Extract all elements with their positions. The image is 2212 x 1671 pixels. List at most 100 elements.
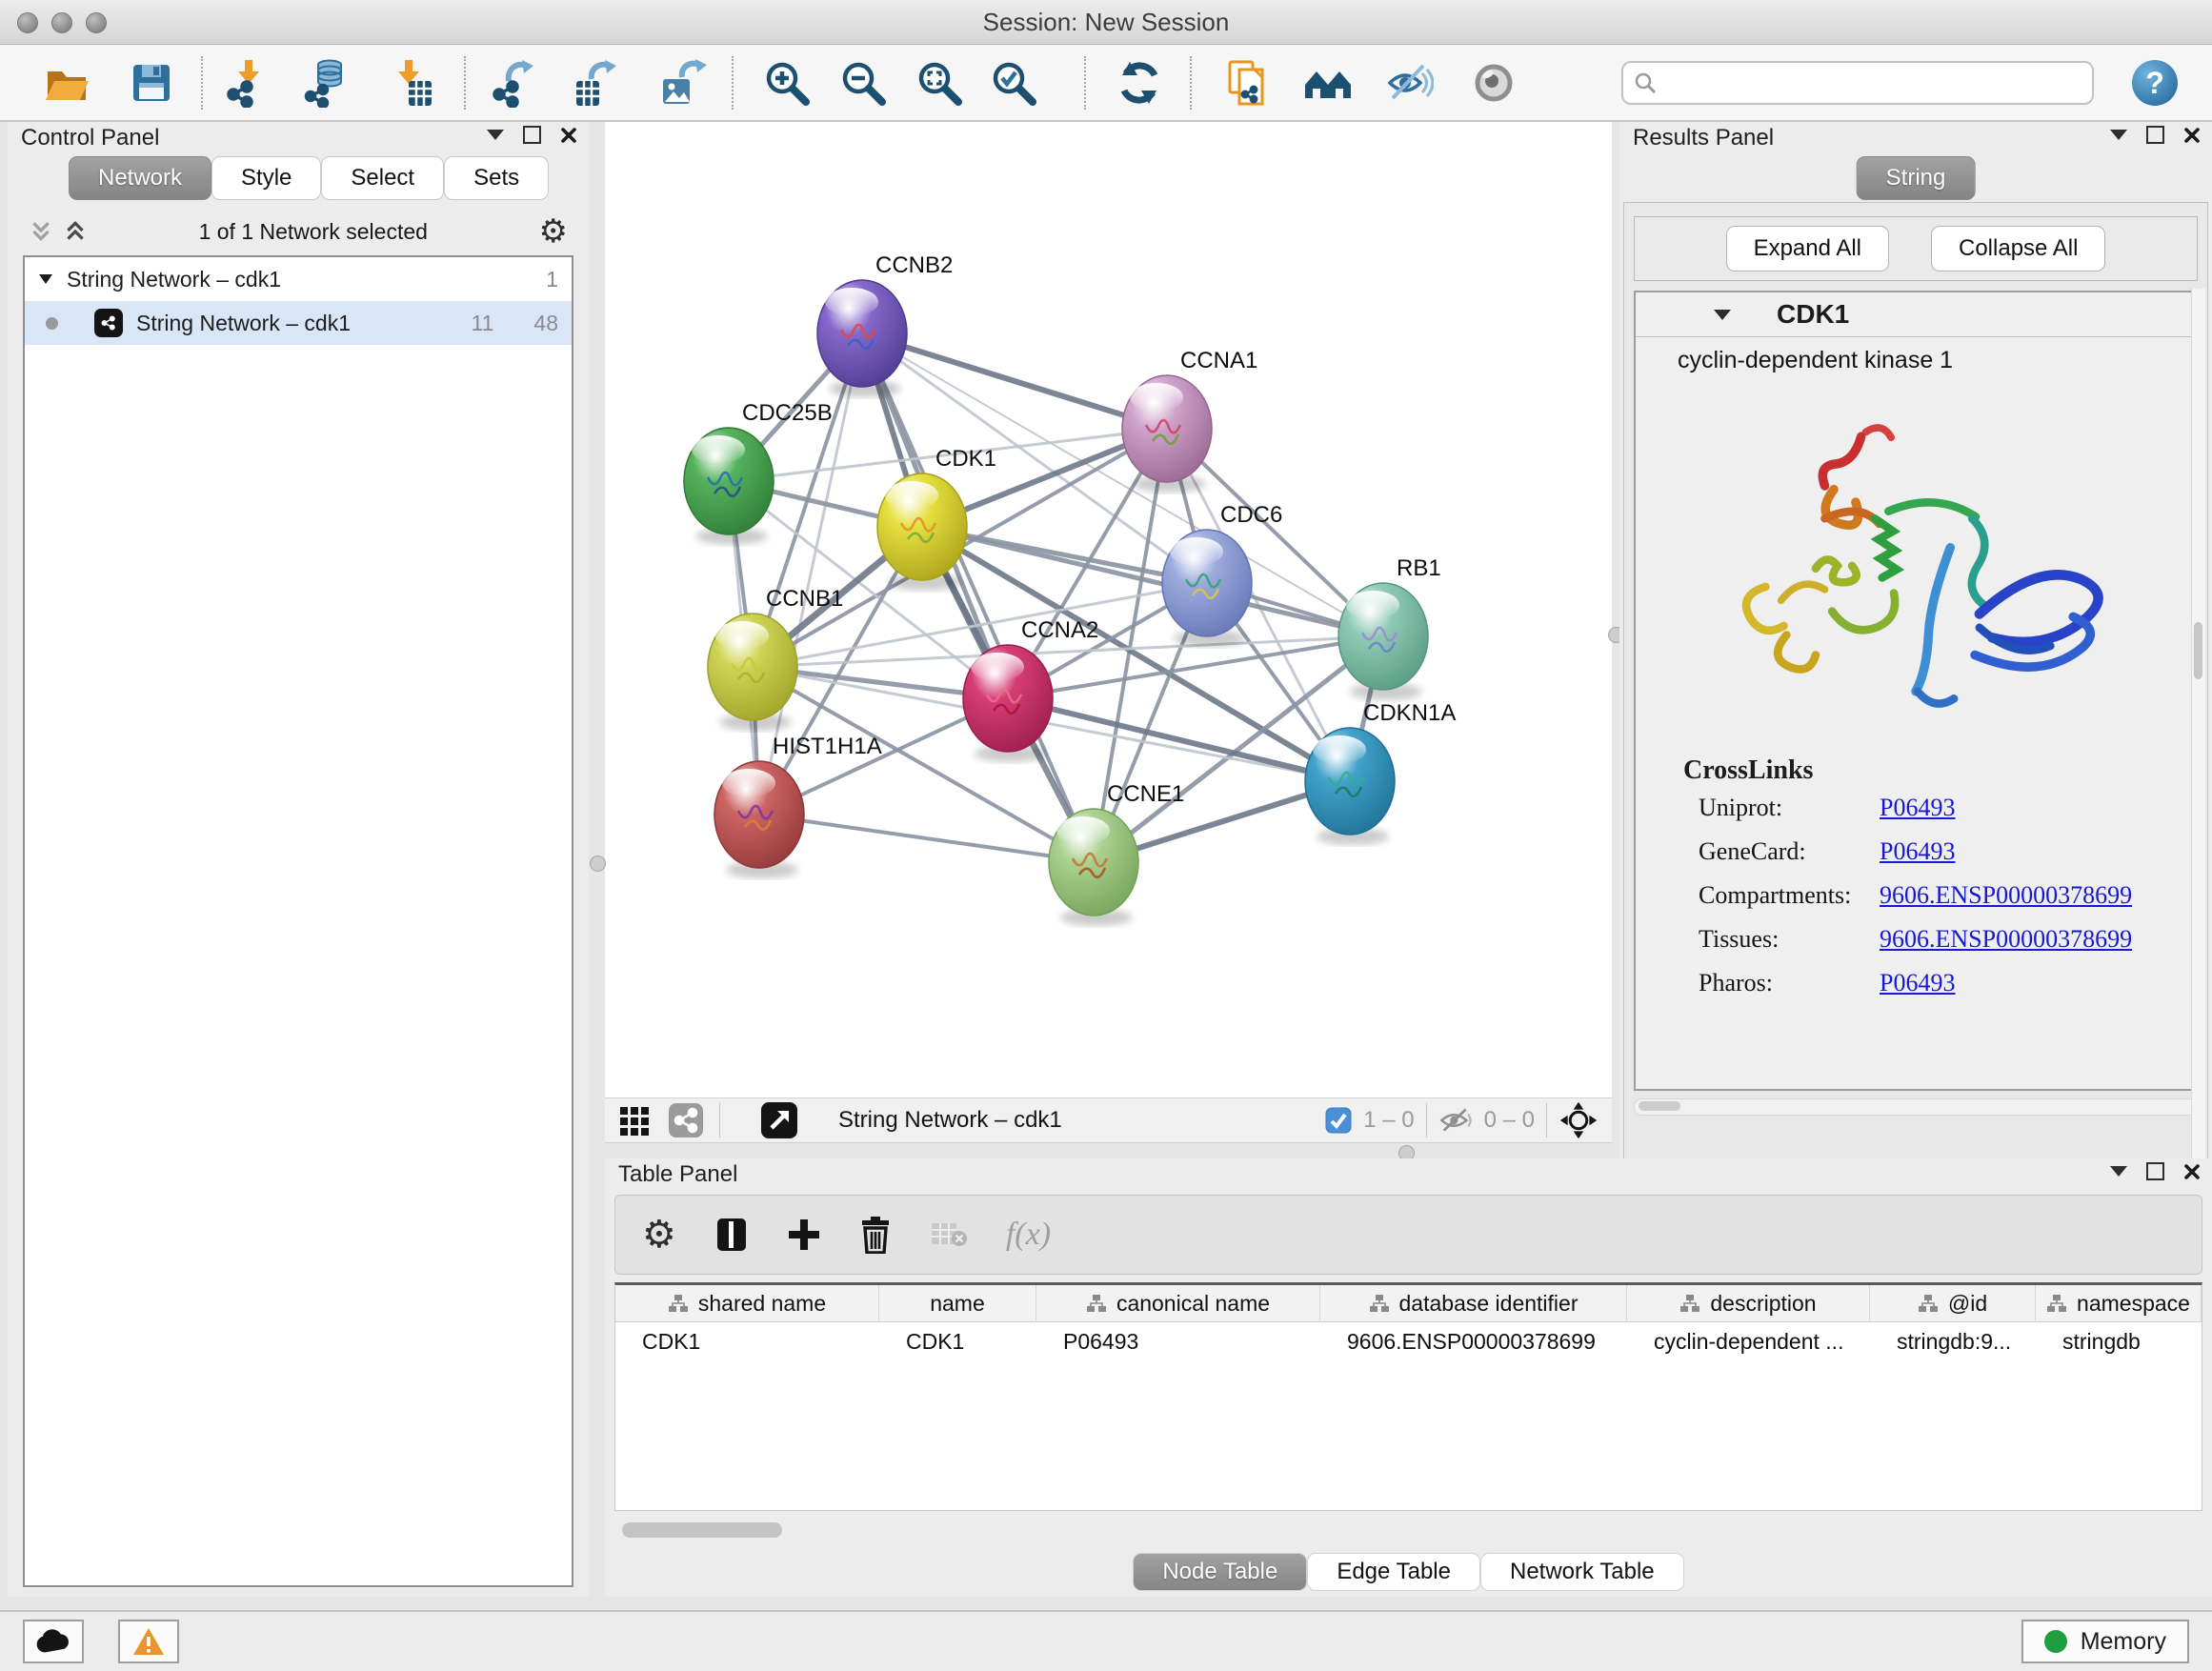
export-network-icon[interactable] bbox=[488, 58, 537, 108]
column-header[interactable]: namespace bbox=[2036, 1285, 2202, 1322]
network-node-CCNB2[interactable] bbox=[817, 280, 907, 397]
add-column-icon[interactable] bbox=[787, 1218, 821, 1252]
table-options-gear-icon[interactable]: ⚙ bbox=[642, 1213, 676, 1257]
left-splitter-handle[interactable] bbox=[590, 856, 606, 872]
tab-select[interactable]: Select bbox=[321, 156, 444, 200]
bird-eye-view-icon[interactable] bbox=[1558, 1100, 1599, 1140]
tab-string-results[interactable]: String bbox=[1857, 156, 1976, 200]
panel-menu-icon[interactable] bbox=[487, 130, 504, 140]
expand-all-icon[interactable] bbox=[63, 219, 88, 244]
search-field[interactable] bbox=[1621, 61, 2094, 105]
function-builder-icon[interactable]: f(x) bbox=[1006, 1217, 1051, 1253]
network-canvas[interactable]: CCNB2CCNA1CDC25BCDK1CDC6RB1CCNB1CCNA2CDK… bbox=[605, 122, 1612, 1097]
network-node-HIST1H1A[interactable] bbox=[714, 761, 804, 878]
table-horizontal-scrollbar[interactable] bbox=[614, 1522, 2202, 1538]
column-header[interactable]: shared name bbox=[615, 1285, 879, 1322]
hidden-eye-icon[interactable] bbox=[1438, 1106, 1473, 1135]
tab-network[interactable]: Network bbox=[69, 156, 211, 200]
network-edge[interactable] bbox=[862, 333, 1094, 862]
tab-sets[interactable]: Sets bbox=[444, 156, 549, 200]
column-type-icon bbox=[1086, 1293, 1107, 1314]
network-row[interactable]: String Network – cdk1 11 48 bbox=[25, 301, 572, 345]
minimize-window-button[interactable] bbox=[51, 12, 72, 33]
float-panel-icon[interactable] bbox=[523, 126, 541, 144]
column-header[interactable]: database identifier bbox=[1320, 1285, 1627, 1322]
pharos-link[interactable]: P06493 bbox=[1880, 969, 1955, 997]
expand-all-button[interactable]: Expand All bbox=[1726, 226, 1889, 272]
string-home-icon[interactable] bbox=[1303, 58, 1353, 108]
export-image-icon[interactable] bbox=[657, 58, 707, 108]
zoom-selected-icon[interactable] bbox=[989, 58, 1038, 108]
zoom-in-icon[interactable] bbox=[762, 58, 812, 108]
genecard-link[interactable]: P06493 bbox=[1880, 837, 1955, 866]
network-view-title: String Network – cdk1 bbox=[838, 1107, 1062, 1134]
search-input[interactable] bbox=[1658, 69, 2082, 97]
gene-description: cyclin-dependent kinase 1 bbox=[1636, 337, 2196, 374]
float-panel-icon[interactable] bbox=[2146, 1162, 2164, 1180]
compartments-link[interactable]: 9606.ENSP00000378699 bbox=[1880, 881, 2132, 910]
import-table-from-file-icon[interactable] bbox=[386, 58, 435, 108]
save-session-icon[interactable] bbox=[127, 58, 176, 108]
memory-button[interactable]: Memory bbox=[2021, 1620, 2189, 1663]
close-panel-icon[interactable] bbox=[2183, 1163, 2201, 1180]
collapse-all-button[interactable]: Collapse All bbox=[1931, 226, 2105, 272]
delete-column-icon[interactable] bbox=[859, 1216, 892, 1254]
hide-unhide-icon[interactable] bbox=[1384, 58, 1434, 108]
column-header[interactable]: name bbox=[879, 1285, 1036, 1322]
collapse-gene-icon[interactable] bbox=[1714, 310, 1731, 320]
float-panel-icon[interactable] bbox=[2146, 126, 2164, 144]
network-node-CCNA1[interactable] bbox=[1122, 375, 1212, 493]
node-label-CDK1: CDK1 bbox=[935, 446, 996, 472]
zoom-window-button[interactable] bbox=[86, 12, 107, 33]
column-header[interactable]: canonical name bbox=[1036, 1285, 1320, 1322]
column-header[interactable]: description bbox=[1627, 1285, 1870, 1322]
close-panel-icon[interactable] bbox=[560, 127, 577, 144]
table-row[interactable]: CDK1 CDK1 P06493 9606.ENSP00000378699 cy… bbox=[615, 1322, 2202, 1360]
results-horizontal-scrollbar[interactable] bbox=[1634, 1098, 2198, 1116]
tab-node-table[interactable]: Node Table bbox=[1133, 1553, 1307, 1591]
network-node-CCNE1[interactable] bbox=[1049, 809, 1138, 926]
network-node-CCNA2[interactable] bbox=[963, 645, 1053, 762]
selected-checkbox-icon[interactable] bbox=[1325, 1107, 1352, 1134]
network-edge[interactable] bbox=[759, 815, 1094, 862]
uniprot-link[interactable]: P06493 bbox=[1880, 794, 1955, 822]
show-columns-icon[interactable] bbox=[714, 1216, 749, 1254]
detach-view-icon[interactable] bbox=[760, 1101, 798, 1139]
grid-view-icon[interactable] bbox=[618, 1103, 653, 1137]
fit-content-icon[interactable] bbox=[915, 58, 964, 108]
string-view-icon[interactable] bbox=[668, 1102, 704, 1138]
gene-card-header[interactable]: CDK1 bbox=[1636, 292, 2196, 337]
tissues-link[interactable]: 9606.ENSP00000378699 bbox=[1880, 925, 2132, 954]
tab-edge-table[interactable]: Edge Table bbox=[1307, 1553, 1480, 1591]
collapse-all-icon[interactable] bbox=[29, 219, 53, 244]
network-node-CDKN1A[interactable] bbox=[1305, 728, 1395, 845]
import-network-from-database-icon[interactable] bbox=[300, 58, 350, 108]
network-node-CDK1[interactable] bbox=[877, 473, 967, 591]
import-network-from-file-icon[interactable] bbox=[222, 58, 271, 108]
panel-menu-icon[interactable] bbox=[2110, 130, 2127, 140]
close-panel-icon[interactable] bbox=[2183, 127, 2201, 144]
lens-icon[interactable] bbox=[1469, 58, 1518, 108]
network-node-CDC25B[interactable] bbox=[684, 428, 774, 545]
share-document-icon[interactable] bbox=[1222, 58, 1272, 108]
refresh-view-icon[interactable] bbox=[1115, 58, 1164, 108]
column-header[interactable]: @id bbox=[1870, 1285, 2036, 1322]
tab-network-table[interactable]: Network Table bbox=[1480, 1553, 1684, 1591]
tab-style[interactable]: Style bbox=[211, 156, 321, 200]
export-table-icon[interactable] bbox=[569, 58, 618, 108]
network-options-gear-icon[interactable]: ⚙ bbox=[539, 212, 568, 251]
open-session-icon[interactable] bbox=[42, 58, 91, 108]
cloud-status-button[interactable] bbox=[23, 1620, 84, 1663]
network-collection-row[interactable]: String Network – cdk1 1 bbox=[25, 257, 572, 301]
close-window-button[interactable] bbox=[17, 12, 38, 33]
panel-menu-icon[interactable] bbox=[2110, 1166, 2127, 1177]
help-icon[interactable]: ? bbox=[2130, 58, 2180, 108]
network-edge[interactable] bbox=[862, 333, 1167, 429]
delete-table-icon[interactable] bbox=[930, 1219, 968, 1250]
network-node-RB1[interactable] bbox=[1338, 583, 1428, 700]
table-panel: Table Panel ⚙ bbox=[605, 1158, 2212, 1597]
network-node-CCNB1[interactable] bbox=[708, 614, 797, 731]
zoom-out-icon[interactable] bbox=[838, 58, 888, 108]
tree-expander-icon[interactable] bbox=[38, 272, 53, 286]
warnings-button[interactable] bbox=[118, 1620, 179, 1663]
